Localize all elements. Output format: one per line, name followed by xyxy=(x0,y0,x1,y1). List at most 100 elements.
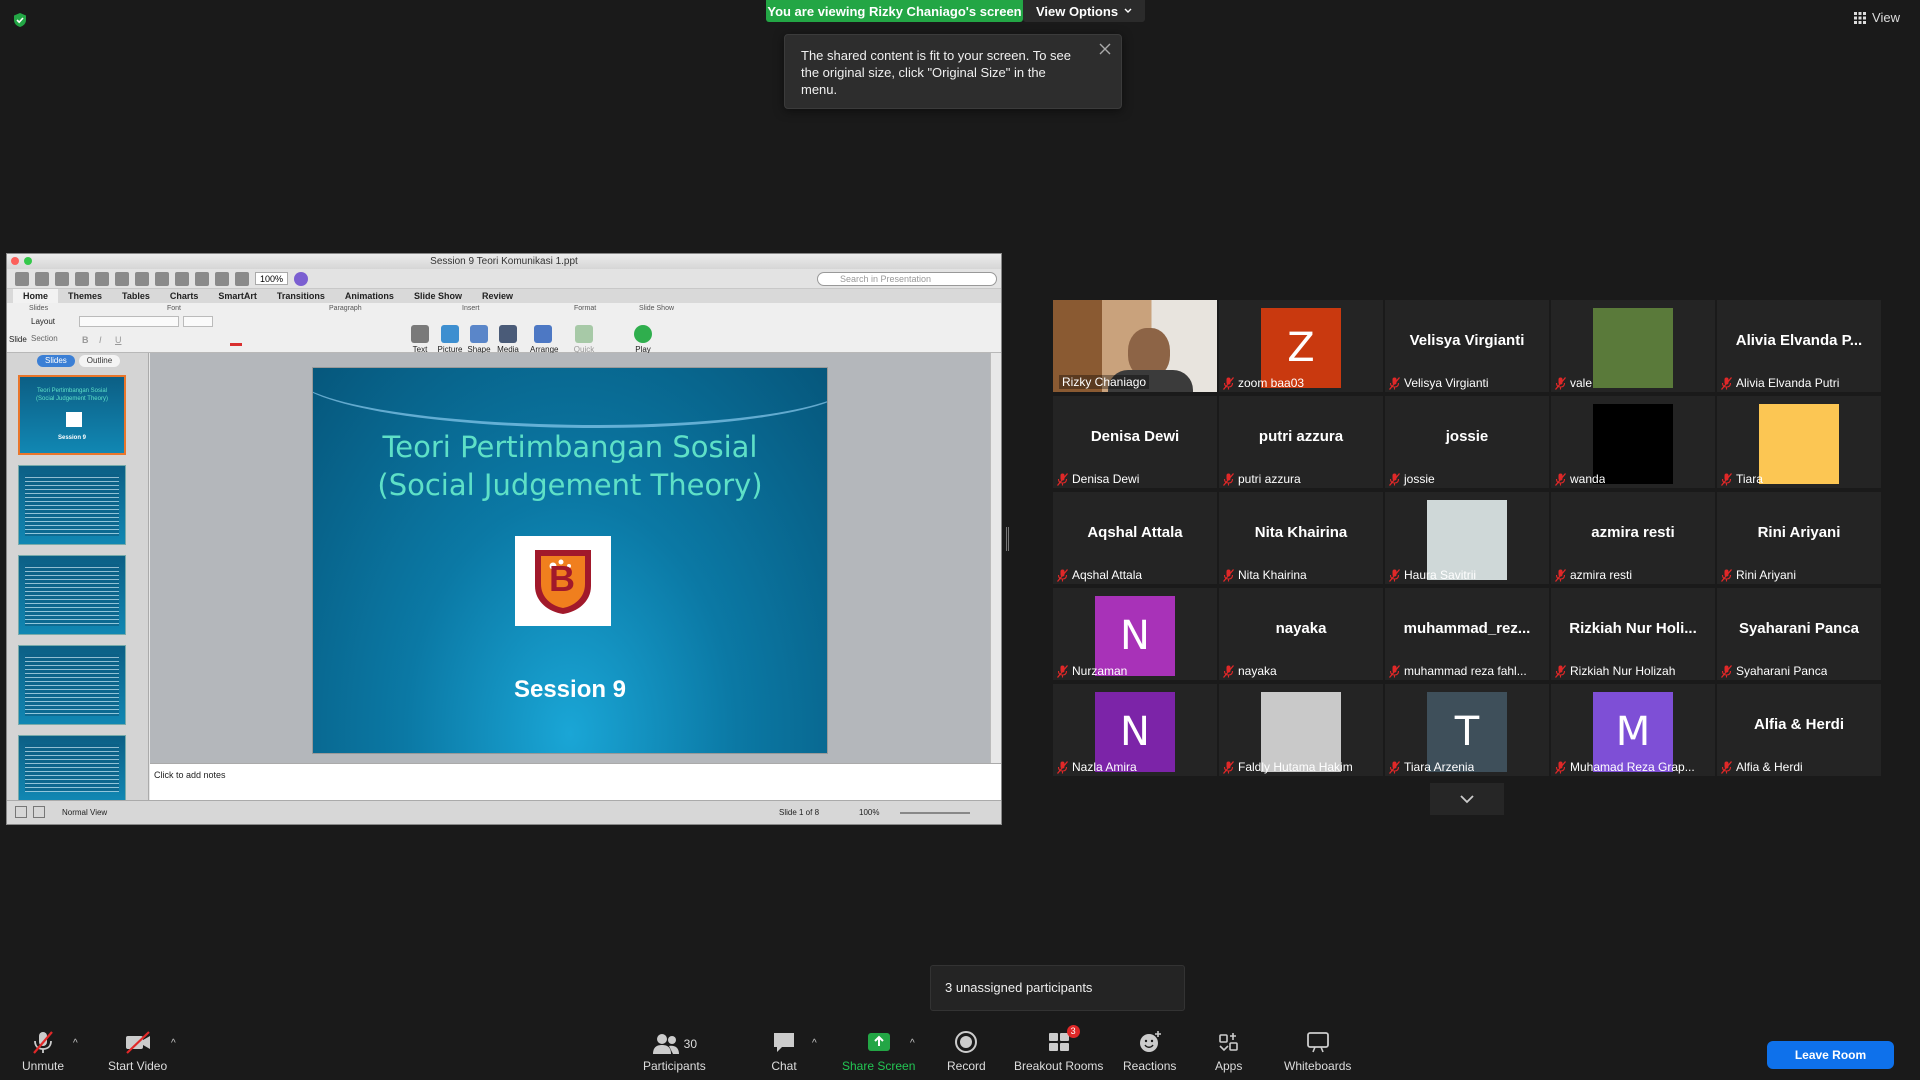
insert-media-button[interactable]: Media xyxy=(495,325,521,354)
shared-screen-powerpoint[interactable]: Session 9 Teori Komunikasi 1.ppt 100% Se… xyxy=(6,253,1002,825)
participant-tile[interactable]: M Muhamad Reza Grap... xyxy=(1551,684,1715,776)
insert-shape-button[interactable]: Shape xyxy=(466,325,492,354)
font-name-select[interactable] xyxy=(79,316,179,327)
participant-tile[interactable]: Syaharani Panca Syaharani Panca xyxy=(1717,588,1881,680)
start-video-button[interactable]: Start Video xyxy=(108,1029,167,1073)
italic-icon[interactable]: I xyxy=(99,335,102,345)
gallery-next-page-button[interactable] xyxy=(1430,783,1504,815)
ribbon-tab-animations[interactable]: Animations xyxy=(335,289,404,303)
slide-scrollbar[interactable] xyxy=(990,353,1001,763)
audio-options-caret[interactable]: ^ xyxy=(73,1038,78,1049)
tab-outline[interactable]: Outline xyxy=(78,355,121,367)
leave-room-button[interactable]: Leave Room xyxy=(1767,1041,1894,1069)
undo-icon[interactable] xyxy=(175,271,189,286)
insert-picture-button[interactable]: Picture xyxy=(437,325,463,354)
participant-tile[interactable]: N Nazla Amira xyxy=(1053,684,1217,776)
security-shield-icon[interactable] xyxy=(12,12,28,28)
cut-icon[interactable] xyxy=(95,271,109,286)
participant-tile[interactable]: Rizkiah Nur Holi... Rizkiah Nur Holizah xyxy=(1551,588,1715,680)
splitter-handle[interactable] xyxy=(1006,527,1009,551)
redo-icon[interactable] xyxy=(195,271,209,286)
participant-tile[interactable]: wanda xyxy=(1551,396,1715,488)
normal-view-icon[interactable] xyxy=(15,806,27,818)
zoom-field[interactable]: 100% xyxy=(255,272,289,285)
notes-field[interactable]: Click to add notes xyxy=(150,763,1001,801)
slide-thumbnail[interactable] xyxy=(18,465,126,545)
view-layout-button[interactable]: View xyxy=(1854,10,1900,25)
slide-sorter-icon[interactable] xyxy=(33,806,45,818)
participant-tile[interactable]: Nita Khairina Nita Khairina xyxy=(1219,492,1383,584)
view-options-button[interactable]: View Options xyxy=(1023,0,1145,22)
participant-tile[interactable]: Alivia Elvanda P... Alivia Elvanda Putri xyxy=(1717,300,1881,392)
arrange-button[interactable]: Arrange xyxy=(530,325,558,354)
tab-slides[interactable]: Slides xyxy=(37,355,75,367)
format-painter-icon[interactable] xyxy=(155,271,169,286)
new-slide-button[interactable]: Slide xyxy=(9,335,27,344)
ribbon-tab-slide-show[interactable]: Slide Show xyxy=(404,289,472,303)
play-button[interactable]: Play xyxy=(630,325,656,354)
participant-tile[interactable]: Alfia & Herdi Alfia & Herdi xyxy=(1717,684,1881,776)
print-icon[interactable] xyxy=(75,271,89,286)
font-size-select[interactable] xyxy=(183,316,213,327)
sidebar-icon[interactable] xyxy=(235,271,249,286)
share-screen-button[interactable]: Share Screen xyxy=(842,1029,915,1073)
participant-tile[interactable]: azmira resti azmira resti xyxy=(1551,492,1715,584)
close-icon[interactable] xyxy=(1097,41,1113,57)
reactions-button[interactable]: Reactions xyxy=(1123,1029,1176,1073)
slide-thumbnail[interactable]: Teori Pertimbangan Sosial (Social Judgem… xyxy=(18,375,126,455)
open-icon[interactable] xyxy=(35,271,49,286)
ribbon-tab-review[interactable]: Review xyxy=(472,289,523,303)
breakout-rooms-button[interactable]: 3 Breakout Rooms xyxy=(1014,1025,1103,1073)
search-presentation-input[interactable]: Search in Presentation xyxy=(817,272,997,286)
share-options-caret[interactable]: ^ xyxy=(910,1038,915,1049)
unassigned-participants-popup[interactable]: 3 unassigned participants xyxy=(930,965,1185,1011)
ribbon-tab-tables[interactable]: Tables xyxy=(112,289,160,303)
participant-tile[interactable]: putri azzura putri azzura xyxy=(1219,396,1383,488)
ribbon-tab-transitions[interactable]: Transitions xyxy=(267,289,335,303)
participant-tile[interactable]: N Nurzaman xyxy=(1053,588,1217,680)
slide-thumbnail[interactable] xyxy=(18,555,126,635)
paste-icon[interactable] xyxy=(135,271,149,286)
zoom-slider[interactable] xyxy=(900,812,970,814)
participant-tile[interactable]: jossie jossie xyxy=(1385,396,1549,488)
participant-tile[interactable]: T Tiara Arzenia xyxy=(1385,684,1549,776)
gallery-icon[interactable] xyxy=(215,271,229,286)
participant-tile[interactable]: Velisya Virgianti Velisya Virgianti xyxy=(1385,300,1549,392)
close-window-icon[interactable] xyxy=(11,257,19,265)
participant-tile[interactable]: nayaka nayaka xyxy=(1219,588,1383,680)
ribbon-tab-smartart[interactable]: SmartArt xyxy=(208,289,267,303)
ribbon-tab-charts[interactable]: Charts xyxy=(160,289,209,303)
current-slide[interactable]: Teori Pertimbangan Sosial (Social Judgem… xyxy=(312,367,828,754)
insert-text-button[interactable]: Text xyxy=(407,325,433,354)
help-icon[interactable] xyxy=(294,271,309,286)
video-options-caret[interactable]: ^ xyxy=(171,1038,176,1049)
save-icon[interactable] xyxy=(55,271,69,286)
participants-button[interactable]: 30 Participants xyxy=(643,1029,706,1073)
copy-icon[interactable] xyxy=(115,271,129,286)
layout-button[interactable]: Layout xyxy=(31,317,55,326)
underline-icon[interactable]: U xyxy=(115,335,122,345)
ribbon-tab-themes[interactable]: Themes xyxy=(58,289,112,303)
ribbon-tab-home[interactable]: Home xyxy=(13,289,59,303)
new-icon[interactable] xyxy=(15,271,29,286)
unmute-button[interactable]: Unmute xyxy=(22,1029,64,1073)
zoom-window-icon[interactable] xyxy=(24,257,32,265)
participant-tile[interactable]: Faldly Hutama Hakim xyxy=(1219,684,1383,776)
participant-tile[interactable]: muhammad_rez... muhammad reza fahl... xyxy=(1385,588,1549,680)
participant-tile[interactable]: Denisa Dewi Denisa Dewi xyxy=(1053,396,1217,488)
participant-tile[interactable]: vale xyxy=(1551,300,1715,392)
slide-canvas[interactable]: Teori Pertimbangan Sosial (Social Judgem… xyxy=(150,353,990,763)
record-button[interactable]: Record xyxy=(947,1029,986,1073)
participant-tile[interactable]: Zzoom baa03 xyxy=(1219,300,1383,392)
chat-button[interactable]: Chat xyxy=(771,1029,797,1073)
participant-tile[interactable]: Aqshal Attala Aqshal Attala xyxy=(1053,492,1217,584)
bold-icon[interactable]: B xyxy=(82,335,89,345)
participant-tile[interactable]: Rizky Chaniago xyxy=(1053,300,1217,392)
slide-thumbnail[interactable] xyxy=(18,645,126,725)
whiteboards-button[interactable]: Whiteboards xyxy=(1284,1029,1351,1073)
font-color-icon[interactable] xyxy=(230,343,242,346)
apps-button[interactable]: Apps xyxy=(1215,1029,1242,1073)
participant-tile[interactable]: Tiara xyxy=(1717,396,1881,488)
participant-tile[interactable]: Haura Savitrii xyxy=(1385,492,1549,584)
slides-pane[interactable]: Slides Outline Teori Pertimbangan Sosial… xyxy=(7,353,149,801)
